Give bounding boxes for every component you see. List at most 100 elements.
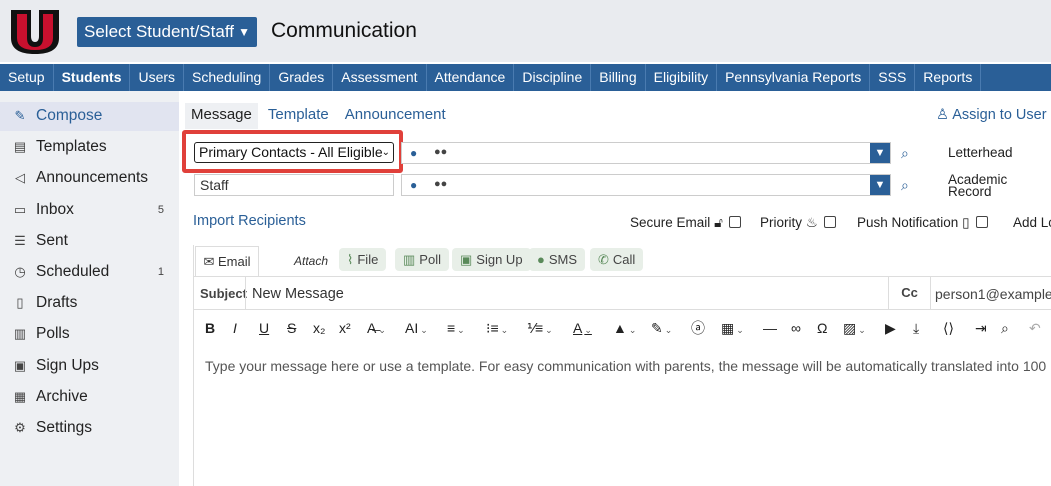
attach-sms-button[interactable]: ● SMS	[529, 248, 586, 271]
nav-discipline[interactable]: Discipline	[514, 64, 592, 91]
sidebar-item-templates[interactable]: ▤ Templates	[0, 133, 179, 162]
clock-icon: ◷	[14, 264, 26, 279]
nav-eligibility[interactable]: Eligibility	[646, 64, 718, 91]
image-icon[interactable]: ▨ ⌄	[843, 320, 866, 338]
nav-pennsylvania-reports[interactable]: Pennsylvania Reports	[717, 64, 871, 91]
attach-poll-button[interactable]: ▥ Poll	[395, 248, 449, 271]
user-icon: ♙	[936, 107, 949, 123]
nav-users[interactable]: Users	[130, 64, 185, 91]
page-break-icon[interactable]: ⤓	[913, 320, 919, 336]
text-color-icon[interactable]: A ⌄	[573, 320, 592, 338]
staff-dropdown-button[interactable]: ▼	[870, 175, 890, 195]
secure-email-checkbox[interactable]	[728, 216, 741, 228]
tab-message[interactable]: Message	[185, 103, 258, 129]
numbered-list-icon[interactable]: ⅟≡ ⌄	[527, 320, 553, 338]
inbox-count: 5	[157, 204, 164, 216]
background-color-icon[interactable]: ▲ ⌄	[613, 320, 636, 338]
cc-input[interactable]: person1@example	[935, 286, 1051, 302]
subscript-icon[interactable]: x₂	[313, 320, 325, 336]
group-icon: ●●	[434, 146, 448, 158]
sidebar-item-drafts[interactable]: ▯ Drafts	[0, 289, 179, 318]
add-lo-option[interactable]: Add Lo	[1013, 215, 1051, 230]
nav-attendance[interactable]: Attendance	[427, 64, 515, 91]
select-student-staff-button[interactable]: Select Student/Staff ▼	[77, 17, 257, 47]
person-icon: ●	[410, 178, 418, 192]
italic-icon[interactable]: I	[233, 320, 237, 336]
tab-template[interactable]: Template	[262, 103, 335, 129]
message-editor[interactable]: Type your message here or use a template…	[205, 358, 1051, 374]
cc-button[interactable]: Cc	[888, 277, 931, 309]
table-icon[interactable]: ▦ ⌄	[721, 320, 744, 338]
attach-file-button[interactable]: ⌇ File	[339, 248, 387, 271]
gear-icon: ⚙	[14, 420, 26, 435]
sidebar-item-compose[interactable]: ✎ Compose	[0, 102, 179, 131]
nav-grades[interactable]: Grades	[270, 64, 334, 91]
phone-icon: ✆	[598, 252, 609, 267]
priority-option[interactable]: Priority ♨	[760, 215, 836, 231]
person-icon: ●	[410, 146, 418, 160]
underline-icon[interactable]: U	[259, 320, 269, 336]
push-notification-option[interactable]: Push Notification ▯	[857, 215, 988, 231]
recipients-input[interactable]: ● ●● ▼	[401, 142, 891, 164]
bold-icon[interactable]: B	[205, 320, 215, 336]
nav-students[interactable]: Students	[54, 64, 131, 91]
search-icon[interactable]: ⌕	[901, 145, 909, 162]
sent-icon: ☰	[14, 233, 26, 248]
highlight-icon[interactable]: ✎ ⌄	[651, 320, 672, 338]
find-replace-icon[interactable]: ⌕	[1001, 320, 1009, 336]
special-text-icon[interactable]: ⓐ	[691, 320, 705, 336]
assign-to-user-link[interactable]: ♙ Assign to User	[936, 107, 1047, 123]
font-size-icon[interactable]: AI ⌄	[405, 320, 428, 338]
import-recipients-link[interactable]: Import Recipients	[193, 213, 306, 229]
link-icon[interactable]: ∞	[791, 320, 801, 336]
tab-announcement[interactable]: Announcement	[339, 103, 452, 129]
nav-reports[interactable]: Reports	[915, 64, 982, 91]
staff-recipients-input[interactable]: ● ●● ▼	[401, 174, 891, 196]
chip-label: Sign Up	[476, 252, 523, 267]
school-logo[interactable]	[9, 8, 61, 56]
sidebar-item-announcements[interactable]: ◁ Announcements	[0, 164, 179, 193]
priority-label: Priority	[760, 215, 803, 230]
sidebar-item-scheduled[interactable]: ◷ Scheduled 1	[0, 258, 179, 287]
chart-icon: ▥	[403, 252, 416, 267]
nav-scheduling[interactable]: Scheduling	[184, 64, 271, 91]
sidebar-item-polls[interactable]: ▥ Polls	[0, 320, 179, 349]
lock-icon: 🔓︎	[714, 215, 723, 230]
chip-label: Call	[612, 252, 636, 267]
sidebar-item-archive[interactable]: ▦ Archive	[0, 383, 179, 412]
sidebar-item-sign-ups[interactable]: ▣ Sign Ups	[0, 352, 179, 381]
subject-input[interactable]: New Message	[252, 286, 344, 302]
sidebar-item-inbox[interactable]: ▭ Inbox 5	[0, 196, 179, 225]
attach-signup-button[interactable]: ▣ Sign Up	[452, 248, 531, 271]
sidebar-item-settings[interactable]: ⚙ Settings	[0, 414, 179, 443]
strikethrough-icon[interactable]: S	[287, 320, 296, 336]
recipient-group-select[interactable]: Primary Contacts - All Eligible ⌄	[194, 142, 394, 163]
undo-icon[interactable]: ↶	[1029, 320, 1041, 336]
search-icon[interactable]: ⌕	[901, 177, 909, 194]
export-icon[interactable]: ⇥	[975, 320, 987, 336]
recipients-dropdown-button[interactable]: ▼	[870, 143, 890, 163]
nav-billing[interactable]: Billing	[591, 64, 646, 91]
priority-checkbox[interactable]	[823, 216, 836, 228]
horizontal-rule-icon[interactable]: —	[763, 320, 777, 336]
push-notification-checkbox[interactable]	[975, 216, 988, 228]
align-icon[interactable]: ≡ ⌄	[447, 320, 465, 338]
superscript-icon[interactable]: x²	[339, 320, 351, 336]
secure-email-option[interactable]: Secure Email 🔓︎	[630, 215, 741, 231]
sidebar-item-label: Archive	[36, 388, 88, 405]
bullet-list-icon[interactable]: ⁝≡ ⌄	[486, 320, 508, 338]
attach-label: Attach	[294, 254, 329, 268]
nav-setup[interactable]: Setup	[0, 64, 54, 91]
editor-toolbar: B I U S x₂ x² A̶ ⌄ AI ⌄ ≡ ⌄ ⁝≡ ⌄ ⅟≡ ⌄ A ⌄ ▲ ⌄ ✎…	[193, 313, 1051, 343]
nav-assessment[interactable]: Assessment	[333, 64, 427, 91]
font-style-icon[interactable]: A̶ ⌄	[367, 320, 386, 338]
email-tab[interactable]: ✉ Email	[195, 246, 259, 276]
source-code-icon[interactable]: ⟨⟩	[943, 320, 954, 336]
nav-sss[interactable]: SSS	[870, 64, 916, 91]
academic-record-label: Academic Record	[948, 173, 1007, 199]
special-character-icon[interactable]: Ω	[817, 320, 827, 336]
attach-call-button[interactable]: ✆ Call	[590, 248, 644, 271]
staff-field[interactable]: Staff	[194, 174, 394, 196]
video-icon[interactable]: ▶	[885, 320, 896, 336]
sidebar-item-sent[interactable]: ☰ Sent	[0, 227, 179, 256]
